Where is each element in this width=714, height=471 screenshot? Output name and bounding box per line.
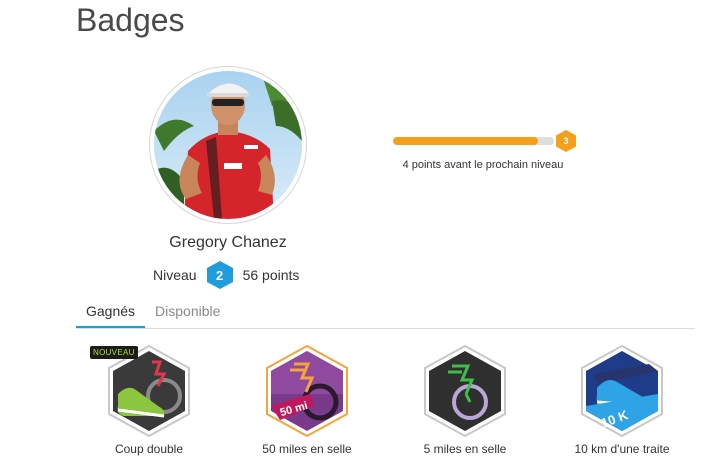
bike-50mi-icon: 50 mi — [266, 344, 348, 438]
level-number: 2 — [215, 267, 224, 283]
tab-disponible[interactable]: Disponible — [145, 298, 230, 327]
running-10k-icon: 10 K — [581, 344, 663, 438]
avatar — [149, 66, 307, 224]
badge-label: 10 km d'une traite — [574, 442, 670, 456]
points-text: 56 points — [242, 267, 300, 283]
next-level-number: 3 — [563, 136, 569, 146]
badge-50-miles[interactable]: 50 mi 50 miles en selle — [227, 344, 387, 456]
level-label: Niveau — [153, 267, 197, 283]
level-badge: 2 — [206, 261, 233, 289]
progress-fill — [393, 137, 538, 145]
badge-label: Coup double — [114, 442, 184, 456]
next-level-badge: 3 — [556, 130, 576, 152]
user-name: Gregory Chanez — [169, 234, 287, 251]
progress-bar — [393, 137, 554, 145]
progress-caption: 4 points avant le prochain niveau — [402, 159, 564, 171]
badge-label: 5 miles en selle — [423, 442, 507, 456]
tab-gagnes[interactable]: Gagnés — [76, 298, 146, 328]
profile-photo — [154, 71, 302, 219]
bike-5mi-icon — [424, 344, 506, 438]
badge-coup-double[interactable]: Coup double — [69, 344, 229, 456]
badge-5-miles[interactable]: 5 miles en selle — [385, 344, 545, 456]
new-tag: NOUVEAU — [90, 346, 138, 359]
page-title: Badges — [76, 2, 185, 38]
badge-10-km[interactable]: 10 K 10 km d'une traite — [542, 344, 702, 456]
badge-tabs: Gagnés Disponible — [76, 298, 695, 329]
level-row: Niveau 2 56 points — [153, 261, 300, 289]
badge-label: 50 miles en selle — [262, 442, 352, 456]
